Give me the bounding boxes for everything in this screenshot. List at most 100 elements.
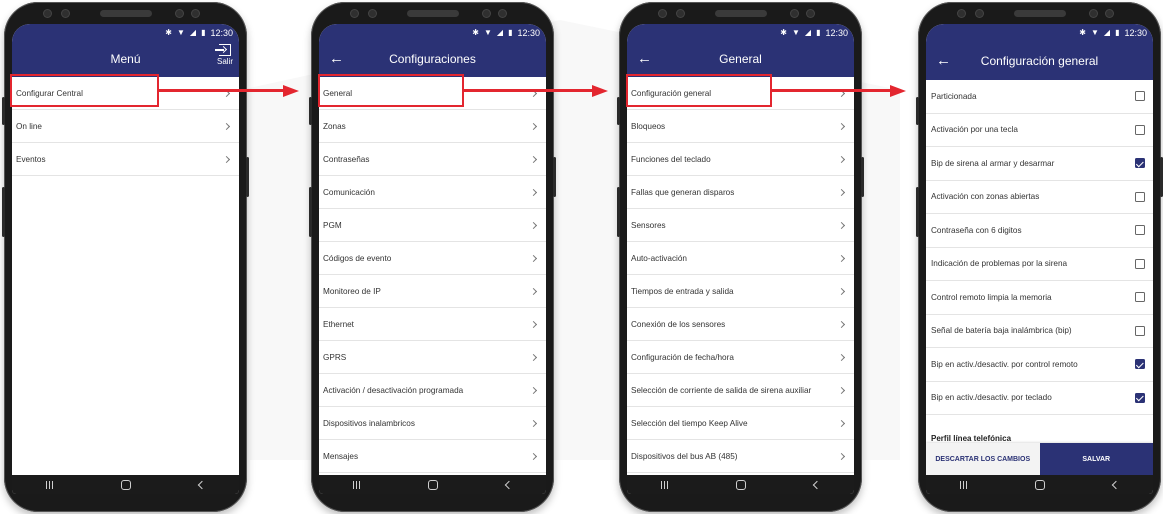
list-item[interactable]: Auto-activación xyxy=(627,242,854,275)
menu-item-on-line[interactable]: On line xyxy=(12,110,239,143)
back-arrow-icon[interactable]: ← xyxy=(329,51,344,66)
list-item[interactable]: Configuración general xyxy=(627,77,854,110)
phone-1: ✱ ▼ ◢ ▮ 12:30 Menú Salir Configurar Cent… xyxy=(2,2,249,512)
wifi-icon: ▼ xyxy=(483,28,492,37)
list-item[interactable]: Activación / desactivación programada xyxy=(319,374,546,407)
list-item[interactable]: Funciones del teclado xyxy=(627,143,854,176)
list-item[interactable]: Tiempos de entrada y salida xyxy=(627,275,854,308)
checkbox[interactable] xyxy=(1135,325,1145,336)
action-bar: DESCARTAR LOS CAMBIOS SALVAR xyxy=(926,443,1153,475)
bluetooth-icon: ✱ xyxy=(472,28,479,37)
menu-item-eventos[interactable]: Eventos xyxy=(12,143,239,176)
option-row[interactable]: Bip en activ./desactiv. por control remo… xyxy=(926,348,1153,382)
app-bar: ← Configuración general xyxy=(926,41,1153,80)
checkbox[interactable] xyxy=(1135,258,1145,269)
recent-apps-icon[interactable] xyxy=(45,480,54,489)
list-item[interactable]: Configuración de fecha/hora xyxy=(627,341,854,374)
general-list: Configuración general Bloqueos Funciones… xyxy=(627,77,854,473)
home-icon[interactable] xyxy=(1035,479,1046,490)
list-item[interactable]: Mensajes xyxy=(319,440,546,473)
list-item[interactable]: Zonas xyxy=(319,110,546,143)
chevron-right-icon xyxy=(837,419,846,427)
chevron-right-icon xyxy=(837,452,846,460)
bluetooth-icon: ✱ xyxy=(1079,28,1086,37)
status-time: 12:30 xyxy=(825,27,848,38)
page-title: Configuraciones xyxy=(389,52,476,66)
list-item[interactable]: Contraseñas xyxy=(319,143,546,176)
nav-bar xyxy=(627,475,854,494)
option-row[interactable]: Activación con zonas abiertas xyxy=(926,181,1153,214)
status-bar: ✱ ▼ ◢ ▮ 12:30 xyxy=(319,24,546,41)
home-icon[interactable] xyxy=(736,479,747,490)
list-item[interactable]: Selección del tiempo Keep Alive xyxy=(627,407,854,440)
option-row[interactable]: Activación por una tecla xyxy=(926,114,1153,147)
chevron-right-icon xyxy=(837,386,846,394)
checkbox[interactable] xyxy=(1135,359,1145,370)
discard-button[interactable]: DESCARTAR LOS CAMBIOS xyxy=(926,443,1040,475)
checkbox[interactable] xyxy=(1135,91,1145,102)
battery-icon: ▮ xyxy=(201,28,206,37)
back-arrow-icon[interactable]: ← xyxy=(936,52,951,67)
list-item[interactable]: Sensores xyxy=(627,209,854,242)
checkbox[interactable] xyxy=(1135,191,1145,202)
battery-icon: ▮ xyxy=(508,28,513,37)
option-row[interactable]: Señal de batería baja inalámbrica (bip) xyxy=(926,315,1153,348)
option-row[interactable]: Indicación de problemas por la sirena xyxy=(926,248,1153,281)
recent-apps-icon[interactable] xyxy=(352,480,361,489)
wifi-icon: ▼ xyxy=(176,28,185,37)
back-nav-icon[interactable] xyxy=(812,480,822,489)
recent-apps-icon[interactable] xyxy=(660,480,669,489)
checkbox[interactable] xyxy=(1135,158,1145,169)
arrow-connector xyxy=(159,89,283,92)
app-bar: ← General xyxy=(627,41,854,77)
save-button[interactable]: SALVAR xyxy=(1039,443,1153,475)
back-nav-icon[interactable] xyxy=(1111,480,1121,489)
checkbox[interactable] xyxy=(1135,225,1145,236)
page-title: Configuración general xyxy=(980,53,1099,68)
list-item[interactable]: Ethernet xyxy=(319,308,546,341)
back-nav-icon[interactable] xyxy=(504,480,514,489)
wifi-icon: ▼ xyxy=(791,28,800,37)
home-icon[interactable] xyxy=(121,479,132,490)
list-item[interactable]: Conexión de los sensores xyxy=(627,308,854,341)
list-item[interactable]: PGM xyxy=(319,209,546,242)
list-item[interactable]: Comunicación xyxy=(319,176,546,209)
battery-icon: ▮ xyxy=(1115,28,1120,37)
battery-icon: ▮ xyxy=(816,28,821,37)
bluetooth-icon: ✱ xyxy=(780,28,787,37)
list-item[interactable]: General xyxy=(319,77,546,110)
option-row[interactable]: Contraseña con 6 digitos xyxy=(926,214,1153,248)
signal-icon: ◢ xyxy=(496,28,504,37)
checkbox[interactable] xyxy=(1135,392,1145,403)
option-row[interactable]: Bip en activ./desactiv. por teclado xyxy=(926,382,1153,415)
list-item[interactable]: Selección de corriente de salida de sire… xyxy=(627,374,854,407)
list-item[interactable]: Monitoreo de IP xyxy=(319,275,546,308)
arrow-head xyxy=(592,84,608,97)
exit-button[interactable]: Salir xyxy=(214,44,233,66)
option-row[interactable]: Bip de sirena al armar y desarmar xyxy=(926,147,1153,181)
list-item[interactable]: Códigos de evento xyxy=(319,242,546,275)
list-item[interactable]: Dispositivos del bus AB (485) xyxy=(627,440,854,473)
list-item[interactable]: Fallas que generan disparos xyxy=(627,176,854,209)
recent-apps-icon[interactable] xyxy=(959,480,968,489)
back-arrow-icon[interactable]: ← xyxy=(637,51,652,66)
signal-icon: ◢ xyxy=(804,28,812,37)
status-bar: ✱ ▼ ◢ ▮ 12:30 xyxy=(12,24,239,41)
chevron-right-icon xyxy=(837,221,846,229)
list-item[interactable]: Bloqueos xyxy=(627,110,854,143)
back-nav-icon[interactable] xyxy=(197,480,207,489)
list-item[interactable]: Dispositivos inalambricos xyxy=(319,407,546,440)
section-header: Perfil línea telefónica xyxy=(931,434,1012,443)
home-icon[interactable] xyxy=(428,479,439,490)
checkbox[interactable] xyxy=(1135,292,1145,303)
wifi-icon: ▼ xyxy=(1090,28,1099,37)
screen-general: ✱ ▼ ◢ ▮ 12:30 ← General Configuración ge… xyxy=(627,24,854,494)
config-list: General Zonas Contraseñas Comunicación P… xyxy=(319,77,546,473)
option-row[interactable]: Control remoto limpia la memoria xyxy=(926,281,1153,315)
signal-icon: ◢ xyxy=(1103,28,1111,37)
checkbox[interactable] xyxy=(1135,124,1145,135)
list-item[interactable]: GPRS xyxy=(319,341,546,374)
menu-item-configurar-central[interactable]: Configurar Central xyxy=(12,77,239,110)
option-row[interactable]: Particionada xyxy=(926,80,1153,114)
exit-label: Salir xyxy=(216,57,233,66)
